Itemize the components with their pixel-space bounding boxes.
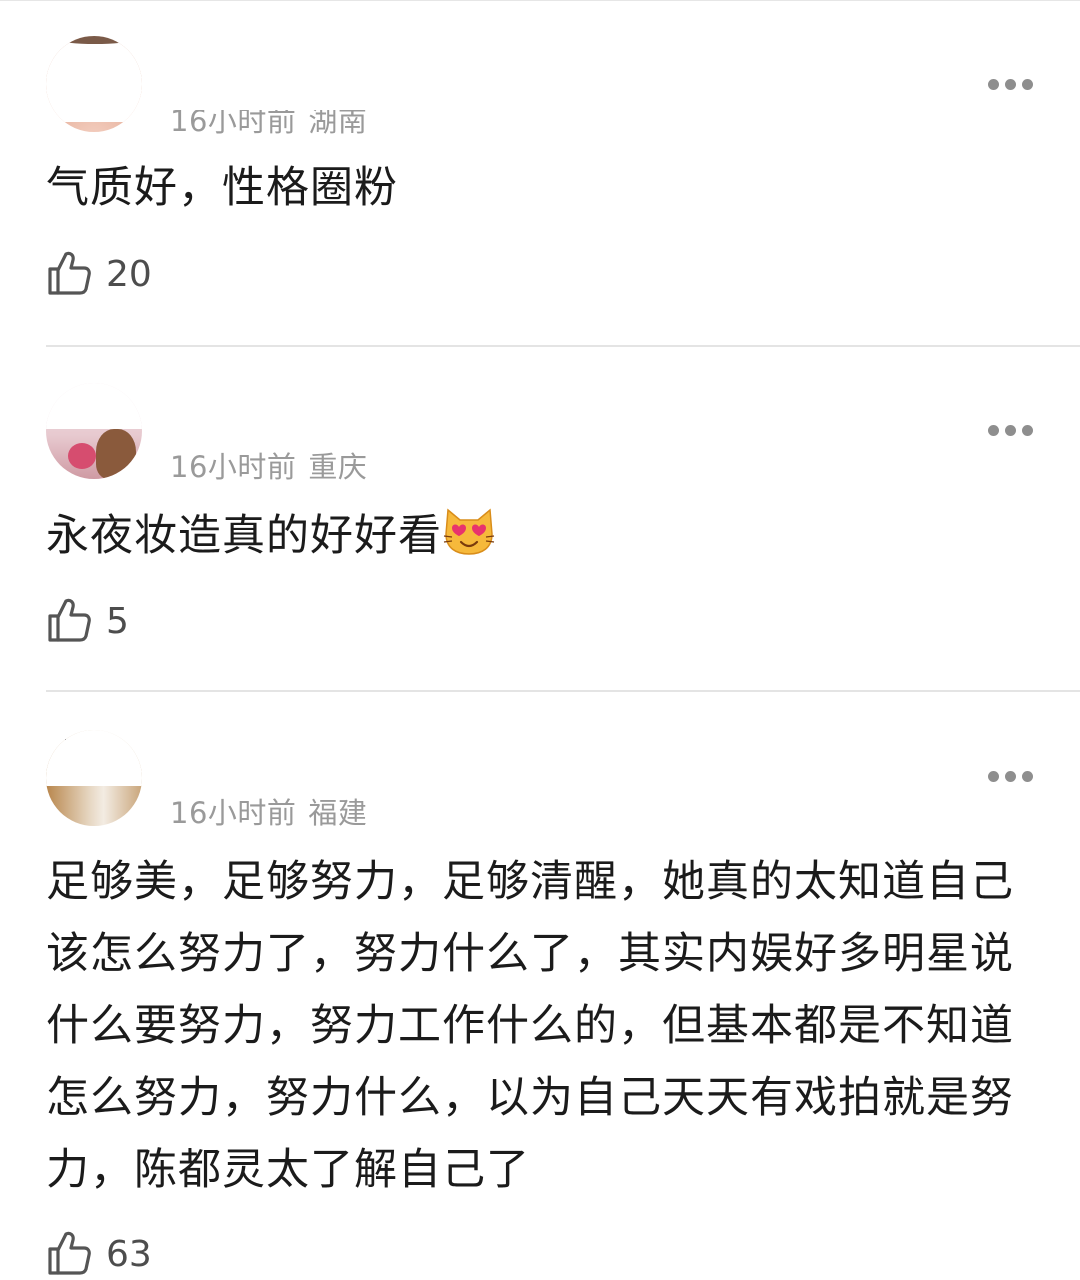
comment-time: 16小时前 — [170, 796, 297, 830]
comment-location: 福建 — [308, 796, 368, 830]
avatar[interactable] — [46, 36, 142, 132]
like-count: 20 — [106, 254, 152, 295]
thumbs-up-icon — [48, 1231, 91, 1275]
comment-text: 足够美，足够努力，足够清醒，她真的太知道自己该怎么努力了，努力什么了，其实内娱好… — [46, 857, 1014, 1195]
comment-text: 气质好，性格圈粉 — [46, 163, 398, 213]
more-dots-icon — [988, 425, 999, 436]
more-dots-icon — [988, 771, 999, 782]
more-dots-icon — [988, 79, 999, 90]
avatar[interactable] — [46, 730, 142, 826]
top-divider — [0, 0, 1080, 1]
avatar[interactable] — [46, 383, 142, 479]
thumbs-up-icon — [48, 251, 91, 295]
like-count: 63 — [106, 1234, 152, 1275]
comment-time: 16小时前 — [170, 450, 297, 484]
comment-location: 湖南 — [308, 104, 368, 138]
comment-time: 16小时前 — [170, 104, 297, 138]
comment-text-content: 永夜妆造真的好好看 — [46, 511, 442, 561]
comment-divider — [46, 345, 1080, 347]
comment-meta: 16小时前 湖南 — [170, 104, 368, 140]
smiling-cat-heart-eyes-icon — [443, 508, 495, 555]
comment-location: 重庆 — [308, 450, 368, 484]
comment-text: 永夜妆造真的好好看 — [46, 500, 1026, 572]
more-options-button[interactable] — [988, 425, 1034, 437]
more-options-button[interactable] — [988, 771, 1034, 783]
comment-divider — [46, 690, 1080, 692]
comment-meta: 16小时前 重庆 — [170, 444, 367, 486]
thumbs-up-icon — [48, 598, 91, 642]
comment-meta: 16小时前 福建 — [170, 790, 367, 832]
like-count: 5 — [106, 601, 129, 642]
more-options-button[interactable] — [988, 79, 1034, 91]
